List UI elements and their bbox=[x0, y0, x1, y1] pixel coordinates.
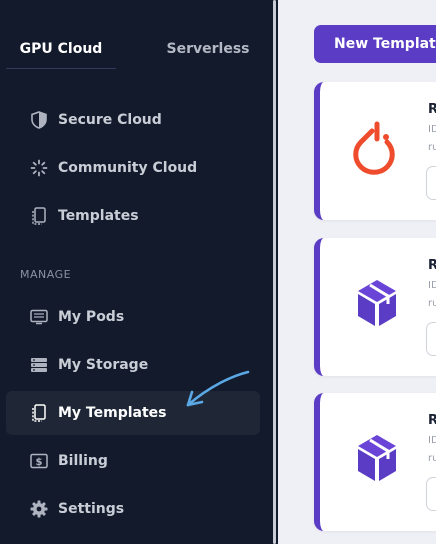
card-action-button[interactable] bbox=[426, 166, 436, 200]
new-template-button[interactable]: New Template bbox=[314, 25, 436, 63]
active-tab-indicator bbox=[6, 68, 116, 69]
card-id: ID bbox=[428, 124, 436, 135]
template-card[interactable]: R ID ru bbox=[314, 393, 436, 531]
sidebar-item-settings[interactable]: Settings bbox=[6, 487, 260, 531]
template-icon bbox=[30, 404, 48, 422]
template-card[interactable]: R ID ru bbox=[314, 238, 436, 376]
sidebar-item-label: Templates bbox=[58, 208, 139, 224]
sidebar-item-label: Secure Cloud bbox=[58, 112, 162, 128]
template-icon bbox=[30, 207, 48, 225]
annotation-arrow-icon bbox=[186, 370, 250, 407]
shield-icon bbox=[30, 111, 48, 129]
sidebar: GPU Cloud Serverless Secure Cloud Commun… bbox=[0, 0, 272, 544]
storage-icon bbox=[30, 356, 48, 374]
sidebar-item-label: My Storage bbox=[58, 357, 149, 373]
cube-logo-icon bbox=[358, 280, 396, 326]
card-subtext: ru bbox=[428, 453, 436, 464]
sidebar-item-billing[interactable]: $ Billing bbox=[6, 439, 260, 483]
dollar-icon: $ bbox=[30, 452, 48, 470]
sidebar-item-templates[interactable]: Templates bbox=[6, 194, 260, 238]
card-subtext: ru bbox=[428, 298, 436, 309]
sidebar-item-label: Community Cloud bbox=[58, 160, 198, 176]
pytorch-logo-icon bbox=[353, 121, 395, 175]
card-action-button[interactable] bbox=[426, 322, 436, 356]
main-content: New Template R ID ru R ID ru R ID ru bbox=[278, 0, 436, 544]
svg-text:$: $ bbox=[36, 457, 43, 468]
card-title: R bbox=[428, 413, 436, 428]
scrollbar-thumb[interactable] bbox=[273, 0, 276, 544]
cube-logo-icon bbox=[358, 435, 396, 481]
template-card[interactable]: R ID ru bbox=[314, 82, 436, 220]
gear-icon bbox=[30, 500, 48, 518]
card-title: R bbox=[428, 258, 436, 273]
card-id: ID bbox=[428, 435, 436, 446]
sidebar-item-label: My Templates bbox=[58, 405, 167, 421]
tab-gpu-cloud[interactable]: GPU Cloud bbox=[6, 30, 116, 68]
manage-section-label: MANAGE bbox=[20, 268, 72, 281]
sidebar-item-secure-cloud[interactable]: Secure Cloud bbox=[6, 98, 260, 142]
sidebar-item-my-pods[interactable]: My Pods bbox=[6, 295, 260, 339]
sidebar-item-label: Settings bbox=[58, 501, 125, 517]
sidebar-item-label: My Pods bbox=[58, 309, 125, 325]
card-id: ID bbox=[428, 280, 436, 291]
sidebar-item-label: Billing bbox=[58, 453, 108, 469]
card-action-button[interactable] bbox=[426, 477, 436, 511]
tab-serverless[interactable]: Serverless bbox=[144, 30, 272, 68]
dotted-burst-icon bbox=[30, 159, 48, 177]
cloud-tabs: GPU Cloud Serverless bbox=[6, 30, 268, 70]
sidebar-item-community-cloud[interactable]: Community Cloud bbox=[6, 146, 260, 190]
card-subtext: ru bbox=[428, 142, 436, 153]
server-icon bbox=[30, 308, 48, 326]
card-title: R bbox=[428, 102, 436, 117]
